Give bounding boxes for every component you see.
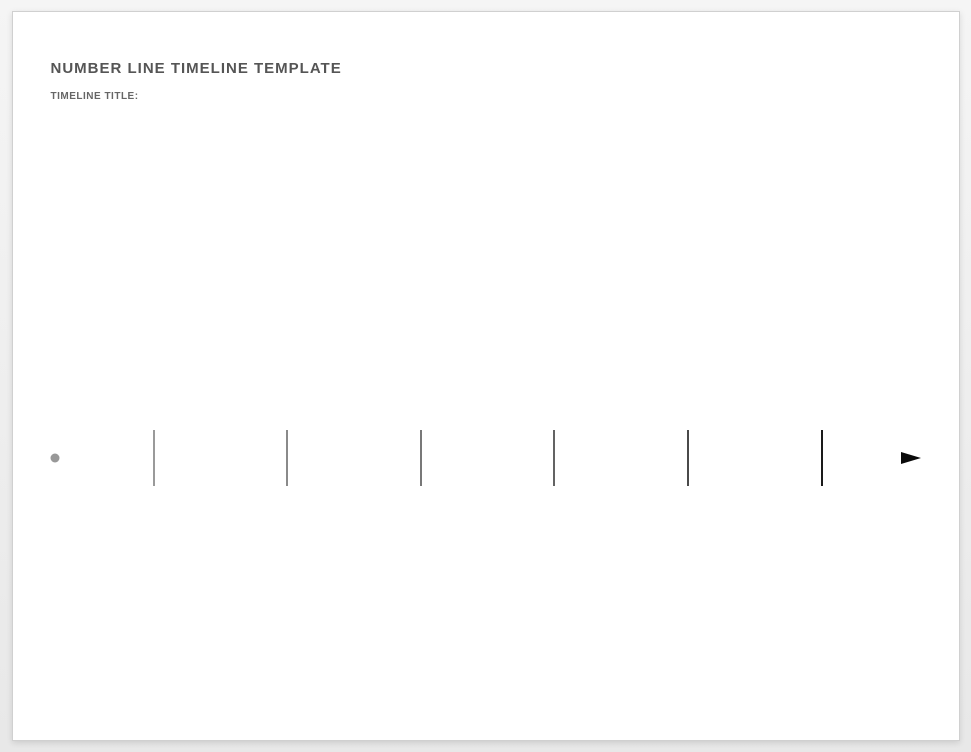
timeline-tick [553, 430, 555, 486]
timeline-tick [420, 430, 422, 486]
timeline-title-label: TIMELINE TITLE: [51, 91, 921, 102]
timeline [55, 430, 917, 486]
timeline-tick [153, 430, 155, 486]
page-title: NUMBER LINE TIMELINE TEMPLATE [51, 60, 921, 77]
timeline-tick-mark-icon [420, 430, 422, 486]
timeline-tick-mark-icon [687, 430, 689, 486]
timeline-arrow-icon [901, 452, 921, 464]
timeline-tick-mark-icon [153, 430, 155, 486]
timeline-tick [821, 430, 823, 486]
document-page: NUMBER LINE TIMELINE TEMPLATE TIMELINE T… [12, 11, 960, 741]
timeline-tick [286, 430, 288, 486]
timeline-tick-mark-icon [286, 430, 288, 486]
timeline-tick-mark-icon [553, 430, 555, 486]
timeline-tick [687, 430, 689, 486]
timeline-start-dot-icon [50, 454, 59, 463]
timeline-axis-line [55, 430, 917, 486]
timeline-tick-mark-icon [821, 430, 823, 486]
